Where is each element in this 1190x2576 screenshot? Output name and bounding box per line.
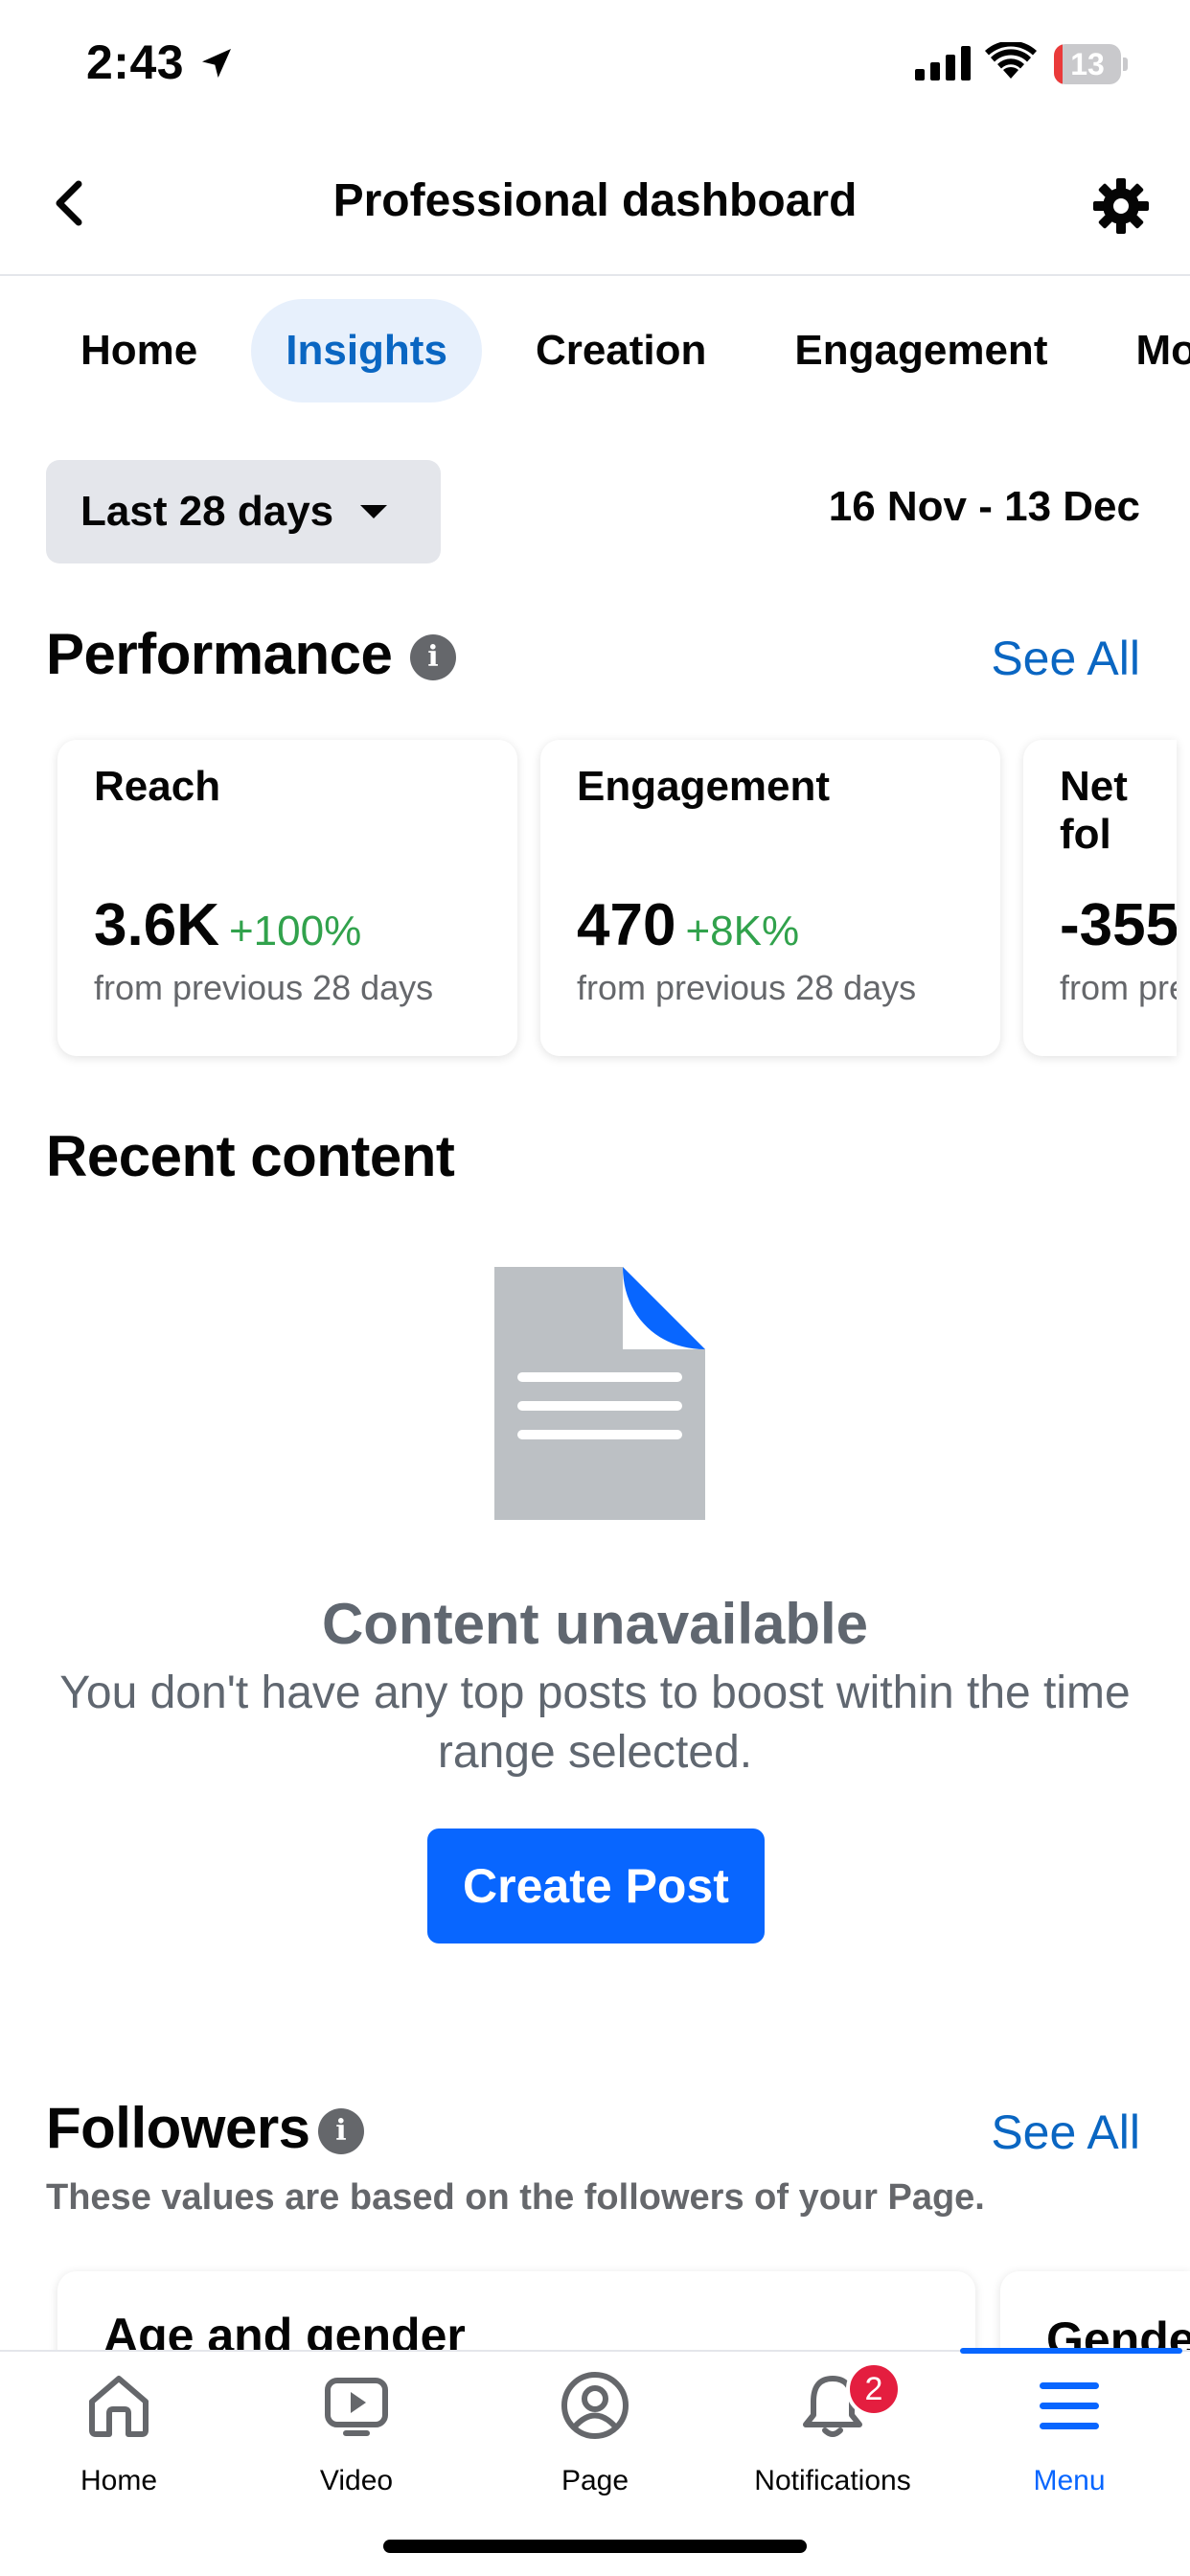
nav-label: Notifications: [754, 2465, 911, 2496]
nav-menu[interactable]: Menu: [964, 2367, 1175, 2511]
metric-change: +8K%: [685, 908, 800, 954]
date-range: 16 Nov - 13 Dec: [828, 483, 1140, 530]
nav-home[interactable]: Home: [13, 2367, 224, 2511]
tab-monetization[interactable]: Mone: [1101, 299, 1190, 402]
empty-state-text: You don't have any top posts to boost wi…: [59, 1668, 1131, 1778]
followers-see-all-link[interactable]: See All: [991, 2104, 1140, 2160]
tab-creation[interactable]: Creation: [501, 299, 741, 402]
notification-badge: 2: [846, 2361, 902, 2417]
status-bar: 2:43 13: [0, 0, 1190, 134]
page-title: Professional dashboard: [332, 175, 858, 226]
header: Professional dashboard: [0, 134, 1190, 276]
cellular-signal-icon: [915, 46, 971, 80]
card-title: Reach: [94, 763, 221, 810]
active-tab-indicator: [960, 2348, 1182, 2354]
recent-content-heading: Recent content: [46, 1124, 455, 1188]
page-icon: [561, 2372, 629, 2439]
performance-cards: Reach 3.6K +100% from previous 28 days En…: [57, 740, 1177, 1056]
performance-heading: Performance: [46, 622, 393, 686]
info-icon[interactable]: i: [318, 2108, 364, 2154]
empty-state-title: Content unavailable: [321, 1592, 869, 1656]
card-value: -355: [1060, 891, 1177, 959]
dashboard-tabs: Home Insights Creation Engagement Mone: [46, 299, 1190, 402]
tab-home[interactable]: Home: [46, 299, 232, 402]
card-subtitle: from pre: [1060, 968, 1177, 1007]
engagement-card[interactable]: Engagement 470 +8K% from previous 28 days: [540, 740, 1000, 1056]
settings-button[interactable]: [1087, 172, 1155, 240]
nav-label: Home: [80, 2465, 158, 2496]
caret-down-icon: [360, 505, 388, 518]
home-icon: [89, 2376, 149, 2437]
performance-see-all-link[interactable]: See All: [991, 631, 1140, 686]
card-subtitle: from previous 28 days: [94, 968, 434, 1007]
card-value: 470 +8K%: [577, 891, 799, 959]
followers-subtitle: These values are based on the followers …: [46, 2177, 985, 2218]
card-subtitle: from previous 28 days: [577, 968, 917, 1007]
nav-page[interactable]: Page: [490, 2367, 700, 2511]
home-indicator: [383, 2540, 807, 2553]
status-time: 2:43: [86, 35, 185, 89]
metric-value: 470: [577, 892, 676, 958]
battery-level: 13: [1070, 47, 1105, 81]
nav-video[interactable]: Video: [251, 2367, 462, 2511]
card-value: 3.6K +100%: [94, 891, 361, 959]
battery-indicator: 13: [1054, 44, 1128, 84]
nav-label: Video: [319, 2465, 394, 2496]
info-icon[interactable]: i: [410, 634, 456, 680]
menu-icon: [1040, 2382, 1099, 2429]
reach-card[interactable]: Reach 3.6K +100% from previous 28 days: [57, 740, 517, 1056]
card-title: Engagement: [577, 763, 831, 810]
followers-heading: Followers: [46, 2096, 310, 2160]
tab-insights[interactable]: Insights: [251, 299, 482, 402]
location-arrow-icon: [202, 49, 231, 78]
create-post-button[interactable]: Create Post: [427, 1828, 765, 1944]
net-followers-card[interactable]: Net fol -355 from pre: [1023, 740, 1177, 1056]
card-title: Net fol: [1060, 763, 1128, 858]
metric-value: -355: [1060, 892, 1177, 958]
tab-engagement[interactable]: Engagement: [760, 299, 1082, 402]
metric-value: 3.6K: [94, 892, 219, 958]
video-icon: [325, 2378, 388, 2436]
document-icon: [494, 1267, 705, 1520]
nav-notifications[interactable]: 2 Notifications: [727, 2361, 938, 2511]
period-dropdown[interactable]: Last 28 days: [46, 460, 441, 564]
metric-change: +100%: [228, 908, 362, 954]
gear-icon: [1093, 178, 1149, 234]
nav-label: Page: [561, 2465, 629, 2496]
period-label: Last 28 days: [80, 488, 334, 535]
nav-label: Menu: [1033, 2465, 1106, 2496]
wifi-icon: [985, 42, 1037, 79]
